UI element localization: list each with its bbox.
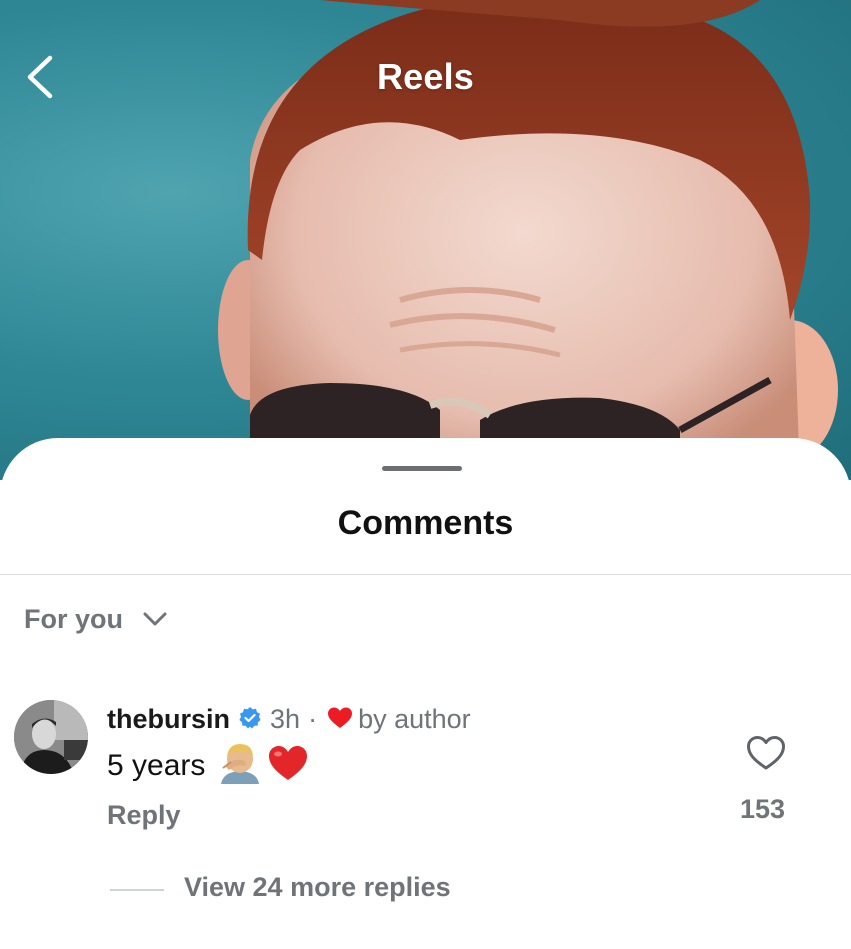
sort-dropdown[interactable]: For you [24,604,167,635]
page-title: Reels [376,56,475,97]
meta-separator: · [308,703,318,734]
verified-badge-icon [238,706,262,735]
comment-body: 5 years [107,742,309,789]
reply-button[interactable]: Reply [107,800,181,831]
man-facepalming-emoji-icon [217,742,263,789]
reels-comments-screen: Reels Comments For you thebursin 3h · by… [0,0,851,949]
divider [0,574,851,575]
sheet-title: Comments [337,504,514,542]
chevron-down-icon [143,611,167,632]
like-count: 153 [740,794,786,824]
avatar[interactable] [14,700,88,774]
like-button[interactable] [746,735,786,771]
comment-timestamp: 3h [270,703,301,734]
red-heart-emoji-icon [267,744,309,787]
liked-by-author-label: by author [358,703,471,734]
comment-username[interactable]: thebursin [107,704,230,735]
view-more-replies-button[interactable]: View 24 more replies [184,872,451,903]
comment-text: 5 years [107,748,206,782]
sheet-drag-handle[interactable] [382,466,462,471]
heart-outline-icon [747,736,785,770]
replies-divider-line [110,889,164,891]
sort-label: For you [24,604,123,634]
heart-icon [327,706,353,735]
comment-meta: thebursin 3h · by author [107,703,471,735]
comments-sheet: Comments For you thebursin 3h · by autho… [0,438,851,949]
